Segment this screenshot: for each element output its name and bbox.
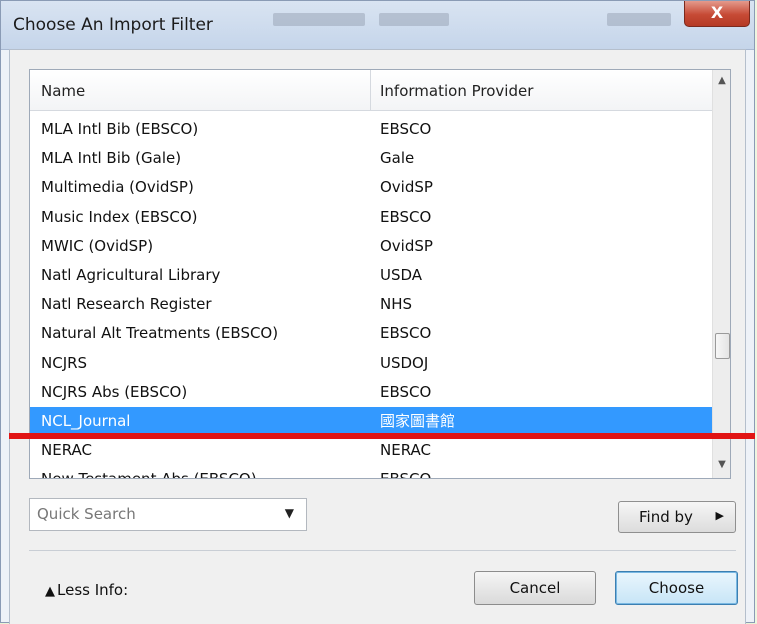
find-by-button[interactable]: Find by ▶ — [618, 501, 736, 533]
row-provider: USDA — [380, 265, 423, 284]
row-provider: EBSCO — [380, 382, 432, 401]
row-name: NCJRS Abs (EBSCO) — [41, 382, 188, 401]
list-header: Name Information Provider — [30, 70, 713, 111]
row-provider: Gale — [380, 149, 415, 168]
row-name: NERAC — [41, 441, 92, 460]
row-provider: USDOJ — [380, 353, 429, 372]
list-row[interactable]: MLA Intl Bib (EBSCO) EBSCO — [30, 115, 713, 144]
less-info-toggle[interactable]: ▲ Less Info: — [45, 581, 128, 599]
scroll-down-icon[interactable]: ▼ — [713, 456, 730, 474]
row-provider: EBSCO — [380, 324, 432, 343]
row-name: MLA Intl Bib (Gale) — [41, 149, 182, 168]
vertical-scrollbar[interactable]: ▲ ▼ — [712, 70, 730, 478]
find-by-label: Find by — [639, 508, 693, 526]
close-button[interactable]: X — [684, 1, 750, 27]
row-name: Natural Alt Treatments (EBSCO) — [41, 324, 279, 343]
window-title: Choose An Import Filter — [13, 15, 213, 35]
dropdown-arrow-icon[interactable]: ▼ — [285, 506, 294, 520]
scrollbar-thumb[interactable] — [715, 333, 730, 359]
blurred-title-text — [379, 13, 449, 26]
list-row[interactable]: New Testament Abs (EBSCO) EBSCO — [30, 465, 713, 478]
column-header-provider[interactable]: Information Provider — [380, 70, 533, 110]
list-row[interactable]: Natl Research Register NHS — [30, 290, 713, 319]
choose-button[interactable]: Choose — [615, 571, 738, 605]
row-provider: NHS — [380, 295, 413, 314]
row-provider: EBSCO — [380, 207, 432, 226]
row-name: Music Index (EBSCO) — [41, 207, 198, 226]
row-name: New Testament Abs (EBSCO) — [41, 465, 257, 478]
collapse-up-icon: ▲ — [45, 584, 55, 599]
blurred-title-text — [273, 13, 365, 26]
row-provider: NERAC — [380, 441, 431, 460]
list-row[interactable]: MLA Intl Bib (Gale) Gale — [30, 144, 713, 173]
list-row[interactable]: Music Index (EBSCO) EBSCO — [30, 203, 713, 232]
close-icon: X — [710, 3, 724, 22]
quick-search-combobox[interactable]: Quick Search ▼ — [29, 498, 307, 531]
row-provider: EBSCO — [380, 120, 432, 138]
list-row[interactable]: Multimedia (OvidSP) OvidSP — [30, 173, 713, 202]
cancel-button[interactable]: Cancel — [474, 571, 596, 605]
row-name: Natl Research Register — [41, 295, 212, 314]
title-bar[interactable]: Choose An Import Filter X — [1, 1, 754, 50]
list-row[interactable]: NCL_Journal 國家圖書館 — [30, 406, 713, 437]
filter-list[interactable]: Name Information Provider MLA Intl Bib (… — [29, 69, 731, 479]
play-arrow-icon: ▶ — [715, 509, 724, 522]
annotation-line — [9, 433, 755, 439]
row-name: NCJRS — [41, 353, 88, 372]
list-row[interactable]: Natl Agricultural Library USDA — [30, 261, 713, 290]
blurred-title-text — [607, 13, 671, 26]
column-divider[interactable] — [370, 70, 371, 110]
list-row[interactable]: Natural Alt Treatments (EBSCO) EBSCO — [30, 319, 713, 348]
scroll-up-icon[interactable]: ▲ — [713, 72, 730, 90]
row-provider: EBSCO — [380, 465, 431, 478]
row-provider: OvidSP — [380, 178, 433, 197]
list-row[interactable]: NERAC NERAC — [30, 436, 713, 465]
list-row[interactable]: MWIC (OvidSP) OvidSP — [30, 232, 713, 261]
list-row[interactable]: NCJRS Abs (EBSCO) EBSCO — [30, 378, 713, 407]
less-info-label: Less Info: — [57, 581, 129, 599]
import-filter-dialog: Choose An Import Filter X Name Informati… — [0, 0, 755, 624]
list-row[interactable]: NCJRS USDOJ — [30, 349, 713, 378]
quick-search-placeholder: Quick Search — [37, 505, 136, 523]
row-name: MLA Intl Bib (EBSCO) — [41, 120, 199, 138]
row-provider: OvidSP — [380, 236, 433, 255]
row-name: Multimedia (OvidSP) — [41, 178, 194, 197]
row-name: Natl Agricultural Library — [41, 265, 221, 284]
column-header-name[interactable]: Name — [41, 70, 85, 110]
separator — [29, 550, 736, 551]
row-name: MWIC (OvidSP) — [41, 236, 154, 255]
row-name: NCL_Journal — [41, 411, 131, 430]
row-provider: 國家圖書館 — [380, 411, 456, 430]
list-rows: MLA Intl Bib (EBSCO) EBSCO MLA Intl Bib (G… — [30, 115, 713, 478]
